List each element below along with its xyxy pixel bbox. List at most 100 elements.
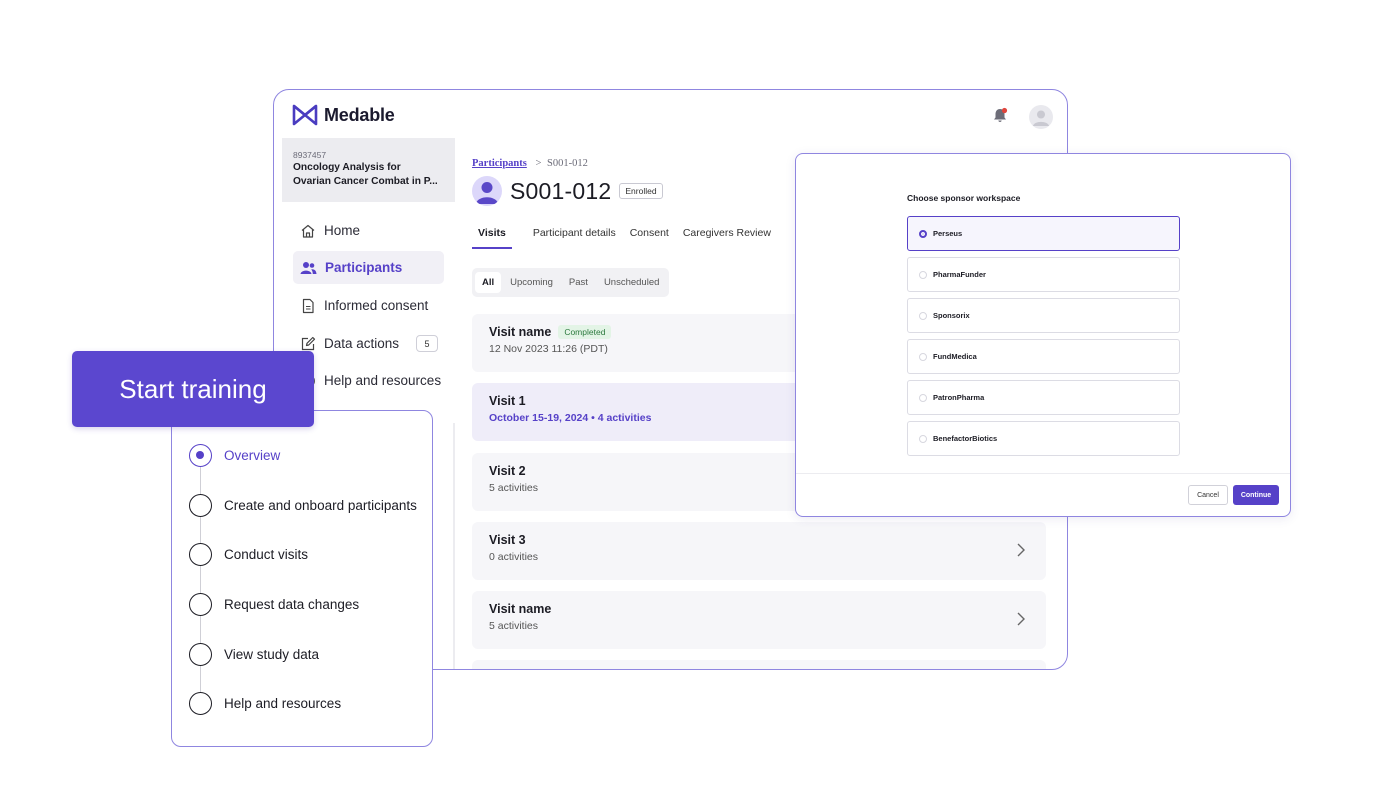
- sidebar-item-participants[interactable]: Participants: [293, 251, 444, 284]
- visit-title: Visit 3: [489, 533, 526, 547]
- visit-subtitle: 0 activities: [489, 551, 539, 563]
- workspace-option-label: Sponsorix: [933, 311, 970, 320]
- workspace-option-perseus[interactable]: Perseus: [907, 216, 1180, 251]
- tab-participant-details[interactable]: Participant details: [526, 227, 623, 249]
- workspace-option-label: Perseus: [933, 229, 963, 238]
- visit-title: Visit 2: [489, 464, 526, 478]
- sidebar-item-label: Informed consent: [324, 298, 429, 313]
- step-label: View study data: [224, 646, 320, 662]
- training-step-overview[interactable]: Overview: [189, 443, 280, 467]
- radio-icon: [919, 352, 927, 361]
- sidebar-divider: [453, 423, 455, 669]
- workspace-option-benefactorbiotics[interactable]: BenefactorBiotics: [907, 421, 1180, 456]
- filter-all[interactable]: All: [475, 272, 502, 293]
- step-active-icon: [189, 443, 212, 467]
- breadcrumb: Participants > S001-012: [472, 158, 588, 169]
- study-name-line2: Ovarian Cancer Combat in P...: [293, 176, 438, 187]
- step-circle-icon: [189, 691, 212, 715]
- sidebar-item-label: Data actions: [324, 336, 400, 351]
- status-badge: Enrolled: [619, 183, 663, 199]
- visit-title: Visit name: [489, 602, 552, 616]
- participant-avatar: [472, 176, 502, 206]
- modal-divider: [796, 473, 1290, 474]
- training-step-view-study-data[interactable]: View study data: [189, 642, 319, 666]
- workspace-option-patronpharma[interactable]: PatronPharma: [907, 380, 1180, 415]
- continue-button[interactable]: Continue: [1233, 485, 1279, 505]
- start-training-button[interactable]: Start training: [72, 351, 314, 427]
- radio-icon: [919, 311, 927, 320]
- breadcrumb-current: S001-012: [547, 158, 588, 169]
- workspace-option-label: PatronPharma: [933, 393, 985, 402]
- document-icon: [302, 298, 314, 313]
- sidebar-item-label: Home: [324, 223, 361, 238]
- chevron-right-icon[interactable]: [1016, 542, 1026, 558]
- training-step-help-resources[interactable]: Help and resources: [189, 691, 341, 715]
- training-step-conduct-visits[interactable]: Conduct visits: [189, 542, 308, 566]
- users-icon: [300, 261, 317, 274]
- notification-bell-icon[interactable]: [992, 107, 1008, 129]
- app-header: Medable: [274, 90, 1067, 138]
- step-circle-icon: [189, 493, 212, 517]
- breadcrumb-separator: >: [535, 158, 542, 169]
- training-step-create-onboard[interactable]: Create and onboard participants: [189, 493, 417, 517]
- radio-icon: [919, 393, 927, 402]
- filter-past[interactable]: Past: [562, 272, 595, 293]
- step-label: Overview: [224, 447, 281, 463]
- brand-logo[interactable]: Medable: [292, 104, 395, 126]
- sidebar-item-informed-consent[interactable]: Informed consent: [293, 289, 444, 322]
- tab-consent[interactable]: Consent: [623, 227, 676, 249]
- visit-row-partial[interactable]: [472, 660, 1046, 669]
- participant-id-title: S001-012: [510, 177, 612, 204]
- radio-icon: [919, 434, 927, 443]
- workspace-option-sponsorix[interactable]: Sponsorix: [907, 298, 1180, 333]
- step-label: Request data changes: [224, 596, 360, 612]
- step-label: Create and onboard participants: [224, 497, 417, 513]
- workspace-option-label: PharmaFunder: [933, 270, 986, 279]
- training-steps-panel: Overview Create and onboard participants…: [171, 410, 433, 747]
- step-label: Conduct visits: [224, 546, 309, 562]
- visit-subtitle: 5 activities: [489, 620, 539, 632]
- sponsor-workspace-modal: Choose sponsor workspace Perseus PharmaF…: [795, 153, 1291, 517]
- step-circle-icon: [189, 642, 212, 666]
- workspace-option-label: FundMedica: [933, 352, 977, 361]
- participant-header: S001-012 Enrolled: [472, 176, 663, 206]
- tab-caregivers-review[interactable]: Caregivers Review: [676, 227, 778, 249]
- modal-title: Choose sponsor workspace: [907, 193, 1021, 203]
- filter-upcoming[interactable]: Upcoming: [503, 272, 560, 293]
- sidebar-item-data-actions[interactable]: Data actions 5: [293, 327, 444, 360]
- step-label: Help and resources: [224, 695, 342, 711]
- filter-unscheduled[interactable]: Unscheduled: [597, 272, 666, 293]
- data-actions-count-badge: 5: [416, 335, 438, 352]
- visit-filter-bar: All Upcoming Past Unscheduled: [472, 268, 670, 297]
- sidebar-item-label: Participants: [325, 260, 403, 275]
- radio-icon: [919, 270, 927, 279]
- visit-title: Visit 1: [489, 394, 526, 408]
- sidebar-item-home[interactable]: Home: [293, 214, 444, 247]
- training-step-request-data-changes[interactable]: Request data changes: [189, 592, 359, 616]
- home-icon: [301, 224, 315, 238]
- tab-visits[interactable]: Visits: [472, 227, 512, 249]
- sidebar-item-label: Help and resources: [324, 373, 442, 388]
- workspace-option-fundmedica[interactable]: FundMedica: [907, 339, 1180, 374]
- brand-name: Medable: [324, 104, 395, 125]
- workspace-option-label: BenefactorBiotics: [933, 434, 998, 443]
- radio-selected-icon: [919, 229, 927, 238]
- visit-title: Visit name: [489, 325, 552, 339]
- step-circle-icon: [189, 592, 212, 616]
- edit-icon: [301, 336, 316, 350]
- study-selector[interactable]: 8937457 Oncology Analysis for Ovarian Ca…: [282, 138, 455, 202]
- chevron-right-icon[interactable]: [1016, 611, 1026, 627]
- breadcrumb-link-participants[interactable]: Participants: [472, 158, 527, 169]
- visit-row[interactable]: Visit name 5 activities: [472, 591, 1046, 649]
- step-circle-icon: [189, 542, 212, 566]
- sidebar-item-help-and-resources[interactable]: Help and resources: [293, 364, 444, 397]
- study-id: 8937457: [293, 150, 327, 160]
- participant-tabs: Visits Participant details Consent Careg…: [472, 227, 778, 249]
- medable-logo-icon: [292, 104, 318, 126]
- visit-row[interactable]: Visit 3 0 activities: [472, 522, 1046, 580]
- workspace-option-pharmafunder[interactable]: PharmaFunder: [907, 257, 1180, 292]
- user-avatar[interactable]: [1029, 105, 1053, 129]
- completed-badge: Completed: [558, 325, 612, 339]
- study-name-line1: Oncology Analysis for: [293, 162, 401, 173]
- cancel-button[interactable]: Cancel: [1188, 485, 1228, 505]
